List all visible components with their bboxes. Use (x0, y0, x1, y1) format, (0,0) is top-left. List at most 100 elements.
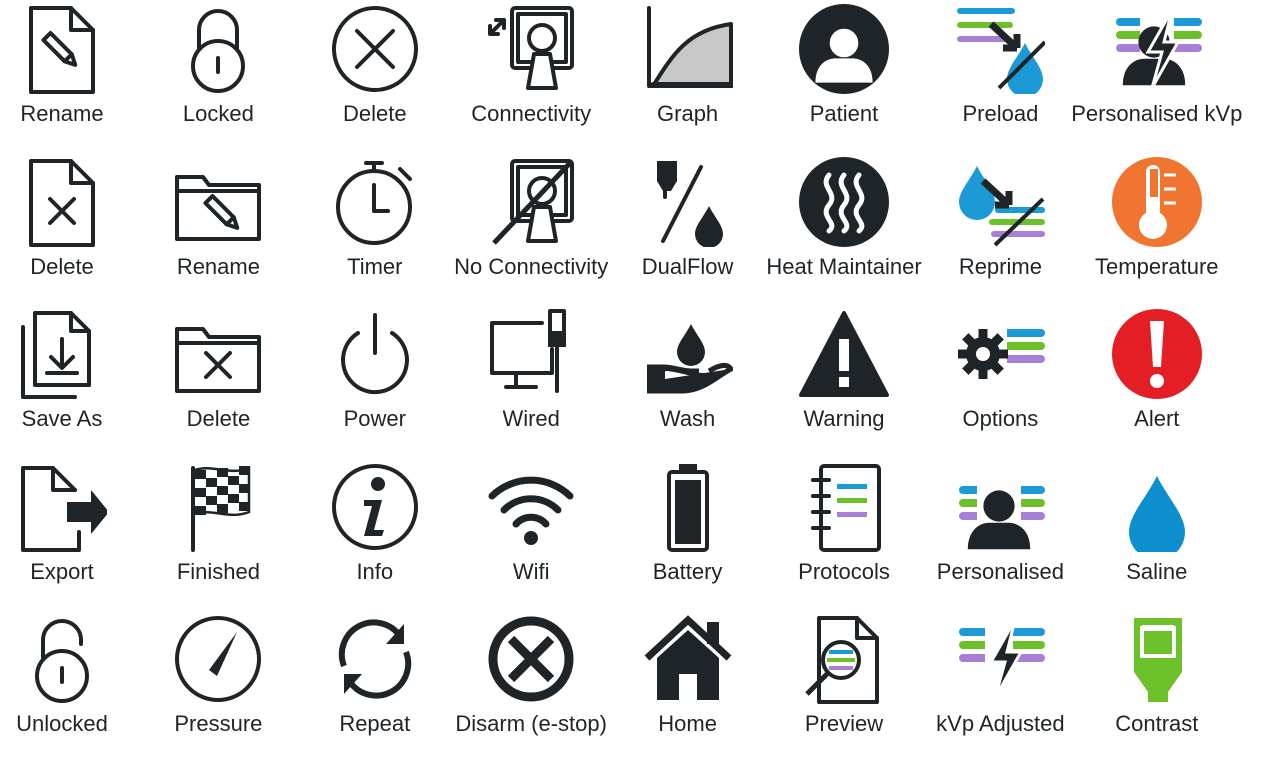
icon-label: Heat Maintainer (766, 253, 922, 279)
icon-label: Locked (182, 101, 254, 126)
warning-icon (799, 311, 889, 398)
icon-tile: Options (922, 307, 1078, 457)
icon-tile: Timer (297, 155, 453, 305)
icon-label: Wired (502, 406, 560, 432)
repeat-icon (338, 619, 411, 699)
reprime-icon (959, 165, 1046, 247)
icon-tile: Contrast (1079, 612, 1235, 762)
icon-label: Reprime (958, 253, 1042, 279)
icon-tile: Rename (140, 155, 296, 305)
delete-file-icon (29, 158, 95, 247)
icon-tile: Delete (140, 307, 296, 457)
icon-label: Preload (962, 101, 1039, 126)
icon-label: Wifi (512, 558, 550, 584)
wifi-icon (488, 476, 574, 545)
icon-tile: Battery (610, 460, 766, 610)
wash-icon (646, 324, 733, 394)
heat-maintainer-icon (799, 156, 889, 247)
power-icon (340, 313, 409, 395)
kvp-adjusted-icon (959, 619, 1046, 700)
icon-label: Export (30, 558, 94, 584)
icon-tile: Delete (297, 2, 453, 152)
icon-tile: Locked (140, 2, 296, 152)
icon-tile: Personalised (922, 460, 1078, 610)
icon-label: Warning (803, 406, 885, 432)
icon-label: Alert (1134, 406, 1180, 432)
icon-label: Preview (804, 711, 884, 737)
no-connectivity-icon (492, 158, 575, 245)
icon-label: Saline (1126, 558, 1188, 584)
icon-label: No Connectivity (454, 253, 609, 279)
icon-label: DualFlow (641, 253, 734, 279)
connectivity-icon (488, 6, 575, 90)
rename-file-icon (29, 6, 95, 94)
icon-tile: Temperature (1079, 155, 1235, 305)
icon-label: Connectivity (471, 101, 592, 126)
icon-label: Protocols (798, 558, 890, 584)
icon-label: Finished (176, 558, 260, 584)
icon-tile: Wash (610, 307, 766, 457)
home-icon (644, 615, 731, 701)
icon-tile: Heat Maintainer (766, 155, 922, 305)
info-icon (331, 463, 418, 550)
icon-tile: Save As (0, 307, 140, 457)
icon-label: Wash (659, 406, 716, 432)
icon-label: Repeat (339, 711, 411, 737)
icon-tile: Export (0, 460, 140, 610)
icon-tile: Finished (140, 460, 296, 610)
icon-tile: Graph (610, 2, 766, 152)
icon-tile: DualFlow (610, 155, 766, 305)
icon-tile: Power (297, 307, 453, 457)
icon-label: Contrast (1115, 711, 1199, 737)
icon-tile: Rename (0, 2, 140, 152)
export-icon (21, 465, 107, 552)
icon-tile: Warning (766, 307, 922, 457)
icon-tile: Home (610, 612, 766, 762)
temperature-icon (1111, 156, 1202, 247)
icon-label: Unlocked (16, 711, 108, 737)
preload-icon (957, 8, 1046, 94)
icon-label: Delete (186, 406, 251, 432)
icon-label: Disarm (e-stop) (455, 711, 607, 737)
icon-tile: Unlocked (0, 612, 140, 762)
icon-label: Pressure (174, 711, 263, 737)
contrast-icon (1133, 618, 1182, 703)
rename-folder-icon (175, 174, 262, 241)
icon-label: Personalised (936, 558, 1064, 584)
icon-label: kVp Adjusted (936, 711, 1065, 737)
icon-tile: Info (297, 460, 453, 610)
delete-folder-icon (175, 327, 262, 394)
checkered-flag-icon (191, 465, 251, 552)
icon-label: Info (356, 558, 394, 584)
alert-icon (1111, 309, 1202, 400)
icon-tile: Personalised kVp (1071, 2, 1242, 152)
protocols-icon (811, 463, 881, 552)
options-icon (958, 323, 1046, 386)
icon-label: Power (343, 406, 406, 432)
lock-icon (191, 9, 246, 93)
icon-label: Save As (21, 406, 103, 432)
icon-label: Rename (20, 101, 104, 126)
icon-label: Battery (652, 558, 723, 584)
icon-tile: Reprime (922, 155, 1078, 305)
icon-tile: Pressure (140, 612, 296, 762)
unlock-icon (35, 619, 89, 704)
icon-label: Delete (343, 101, 407, 126)
preview-icon (805, 616, 879, 705)
timer-icon (335, 160, 412, 245)
icon-tile: Wifi (453, 460, 609, 610)
icon-tile: Preload (922, 2, 1078, 152)
icon-label: Personalised kVp (1071, 101, 1243, 126)
icon-label: Home (658, 711, 717, 737)
icon-label: Temperature (1095, 253, 1219, 279)
graph-icon (646, 6, 733, 88)
icon-label: Timer (347, 253, 403, 279)
icon-label: Patient (809, 101, 879, 126)
saline-drop-icon (1128, 475, 1185, 552)
icon-tile: Wired (453, 307, 609, 457)
icon-label: Graph (657, 101, 719, 126)
disarm-icon (488, 616, 574, 702)
icon-tile: Patient (766, 2, 922, 152)
dualflow-icon (656, 160, 723, 247)
icon-tile: Repeat (297, 612, 453, 762)
